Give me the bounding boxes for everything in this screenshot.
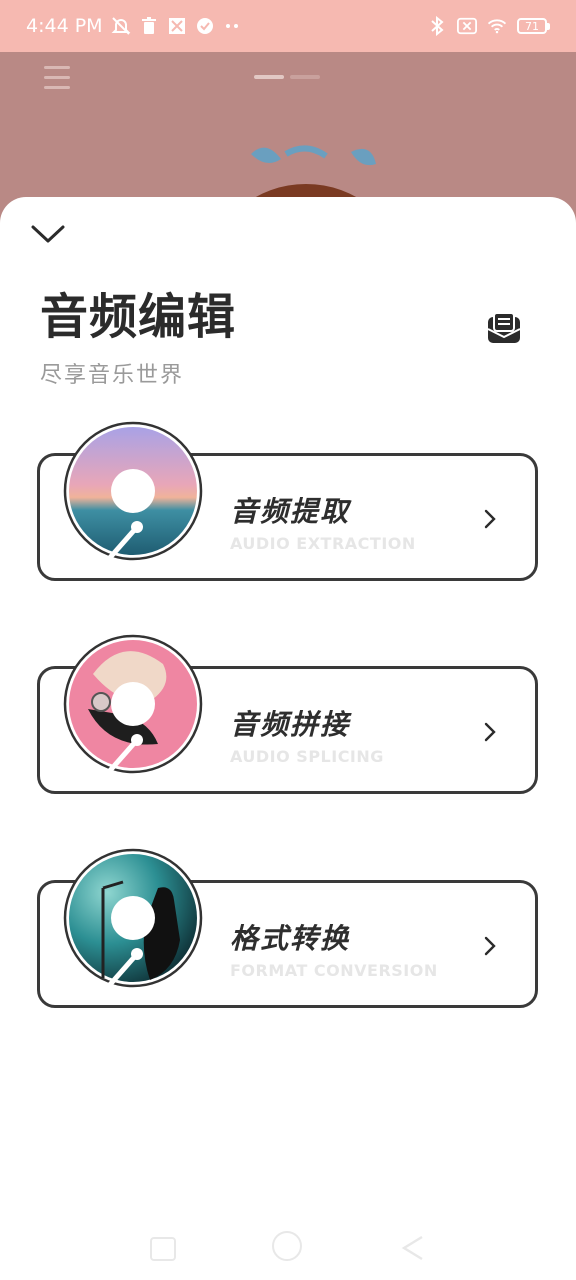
system-nav-bar [0, 1215, 576, 1280]
chevron-down-icon[interactable] [30, 219, 66, 247]
audio-edit-sheet: 音频编辑 尽享音乐世界 音频提取 AUDIO EXTRACTION 音频拼接 A… [0, 197, 576, 1280]
vinyl-disc-icon [63, 634, 203, 774]
status-bar: 4:44 PM 71 [0, 0, 576, 52]
card-title: 音频拼接 [230, 708, 351, 741]
chevron-right-icon [484, 509, 496, 529]
wifi-icon [487, 16, 507, 36]
back-button[interactable] [400, 1233, 426, 1263]
home-button[interactable] [272, 1231, 302, 1261]
menu-icon[interactable] [44, 66, 70, 90]
battery-level: 71 [517, 18, 547, 34]
recent-apps-button[interactable] [150, 1237, 176, 1261]
mute-icon [111, 16, 131, 36]
sim-icon [457, 16, 477, 36]
chevron-right-icon [484, 722, 496, 742]
vinyl-disc-icon [63, 848, 203, 988]
card-subtitle: FORMAT CONVERSION [230, 961, 438, 980]
card-subtitle: AUDIO SPLICING [230, 747, 384, 766]
more-dots-icon [223, 16, 243, 36]
mail-icon[interactable] [486, 311, 522, 347]
card-title: 音频提取 [230, 495, 351, 528]
vinyl-disc-icon [63, 421, 203, 561]
page-indicator [254, 75, 320, 79]
trash-icon [139, 16, 159, 36]
status-left: 4:44 PM [26, 15, 243, 37]
battery-icon: 71 [517, 18, 550, 34]
status-time: 4:44 PM [26, 15, 103, 37]
page-title: 音频编辑 [40, 289, 237, 345]
bluetooth-icon [427, 16, 447, 36]
page-subtitle: 尽享音乐世界 [40, 363, 185, 388]
card-subtitle: AUDIO EXTRACTION [230, 534, 416, 553]
check-icon [195, 16, 215, 36]
status-right: 71 [427, 16, 550, 36]
app-icon [167, 16, 187, 36]
card-title: 格式转换 [230, 922, 351, 955]
chevron-right-icon [484, 936, 496, 956]
